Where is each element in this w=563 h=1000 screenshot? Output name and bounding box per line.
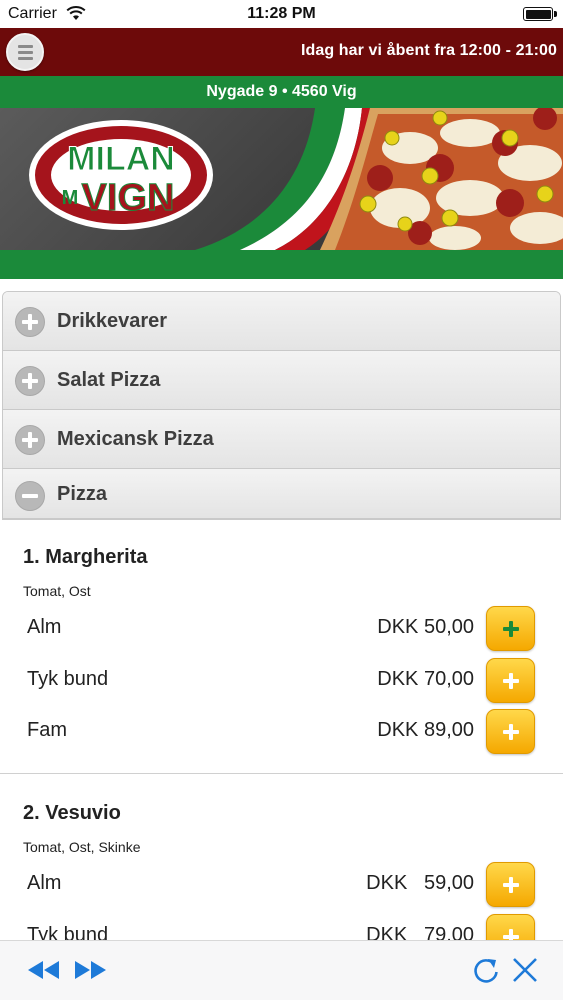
price-row: Tyk bund DKK 70,00 (0, 658, 563, 704)
logo-m-text: M (62, 187, 79, 209)
category-label: Mexicansk Pizza (57, 428, 214, 450)
opening-hours: Idag har vi åbent fra 12:00 - 21:00 (300, 42, 557, 59)
hamburger-menu-icon[interactable] (6, 33, 44, 71)
minus-circle-icon (15, 481, 45, 511)
close-icon[interactable] (510, 955, 540, 985)
banner-strip (0, 250, 563, 279)
variant-size: Alm (27, 872, 62, 894)
category-pizza[interactable]: Pizza (3, 469, 560, 519)
price-row: Alm DKK 50,00 (0, 606, 563, 652)
category-mexicansk-pizza[interactable]: Mexicansk Pizza (3, 410, 560, 469)
product-name: 2. Vesuvio (23, 802, 121, 824)
app-header: Idag har vi åbent fra 12:00 - 21:00 (0, 28, 563, 76)
variant-price: DKK 89,00 (377, 719, 474, 741)
clock: 11:28 PM (247, 5, 316, 22)
price-row: Alm DKK 59,00 (0, 862, 563, 908)
logo-top-text: MILAN (67, 140, 175, 178)
price-row: Fam DKK 89,00 (0, 709, 563, 755)
refresh-icon[interactable] (470, 955, 502, 987)
category-label: Drikkevarer (57, 310, 168, 332)
category-label: Salat Pizza (57, 369, 161, 391)
variant-size: Tyk bund (27, 668, 109, 690)
variant-price: DKK 70,00 (377, 668, 474, 690)
restaurant-banner: MILAN M VIGN (0, 108, 563, 250)
add-to-cart-button[interactable] (486, 658, 535, 703)
address-bar: Nygade 9 • 4560 Vig (0, 76, 563, 108)
logo-bottom-text: VIGN (82, 177, 175, 219)
variant-size: Fam (27, 719, 67, 741)
category-label: Pizza (57, 483, 108, 505)
product-name: 1. Margherita (23, 546, 148, 568)
variant-price: DKK 50,00 (377, 616, 474, 638)
fast-forward-icon[interactable] (72, 955, 108, 985)
product-description: Tomat, Ost (23, 583, 91, 599)
plus-circle-icon (15, 366, 45, 396)
banner-artwork: MILAN M VIGN (29, 108, 563, 250)
variant-price: DKK 59,00 (366, 872, 474, 894)
category-salat-pizza[interactable]: Salat Pizza (3, 351, 560, 410)
variant-size: Alm (27, 616, 62, 638)
menu-categories: Drikkevarer Salat Pizza Mexicansk Pizza … (2, 291, 561, 520)
rewind-icon[interactable] (26, 955, 62, 985)
plus-circle-icon (15, 307, 45, 337)
browser-toolbar (0, 940, 563, 1000)
product-divider (0, 773, 563, 774)
product-description: Tomat, Ost, Skinke (23, 839, 141, 855)
plus-circle-icon (15, 425, 45, 455)
category-drikkevarer[interactable]: Drikkevarer (3, 292, 560, 351)
battery-icon (523, 7, 557, 21)
add-to-cart-button[interactable] (486, 606, 535, 651)
status-bar: Carrier 11:28 PM (0, 0, 563, 28)
add-to-cart-button[interactable] (486, 862, 535, 907)
add-to-cart-button[interactable] (486, 709, 535, 754)
